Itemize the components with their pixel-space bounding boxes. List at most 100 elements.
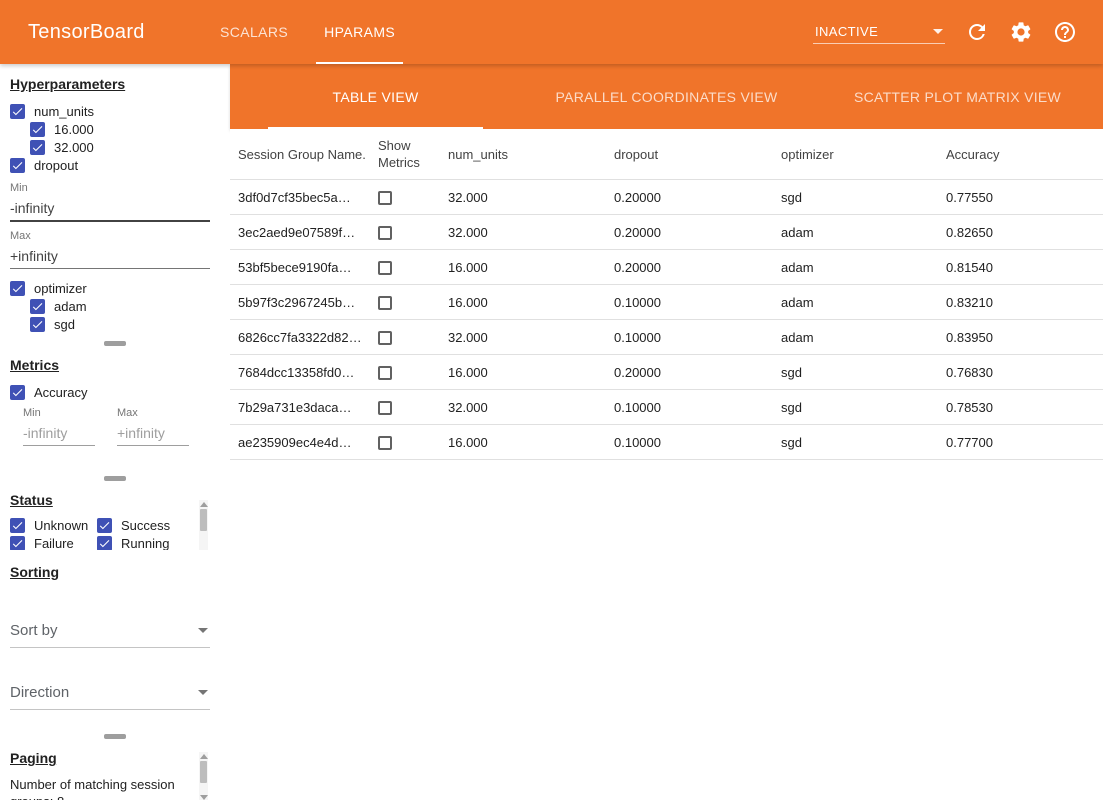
scrollbar-thumb[interactable] [200, 761, 207, 783]
accuracy-cell: 0.83210 [938, 285, 1103, 320]
checkbox-status-unknown[interactable]: Unknown [10, 516, 97, 534]
resize-handle[interactable] [104, 734, 126, 739]
show-metrics-checkbox[interactable] [378, 436, 392, 450]
optimizer-sgd-label: sgd [54, 317, 75, 332]
scroll-up-icon[interactable] [200, 754, 208, 759]
run-status-select[interactable]: INACTIVE [813, 20, 945, 44]
checkbox-num-units-16[interactable]: 16.000 [30, 120, 220, 138]
status-section: Status Unknown Success Failure Running [0, 484, 230, 550]
checked-checkbox-icon[interactable] [10, 385, 25, 400]
dropout-cell: 0.10000 [606, 390, 773, 425]
checkbox-num-units-32[interactable]: 32.000 [30, 138, 220, 156]
status-success-label: Success [121, 518, 170, 533]
checked-checkbox-icon[interactable] [30, 299, 45, 314]
dropout-cell: 0.20000 [606, 180, 773, 215]
accuracy-cell: 0.76830 [938, 355, 1103, 390]
optimizer-cell: sgd [773, 355, 938, 390]
optimizer-cell: adam [773, 285, 938, 320]
col-session-group-name: Session Group Name. [230, 129, 370, 180]
tab-scatter-plot-matrix-view[interactable]: SCATTER PLOT MATRIX VIEW [812, 64, 1103, 129]
paging-scrollbar[interactable] [199, 752, 208, 800]
resize-handle[interactable] [104, 476, 126, 481]
scroll-up-icon[interactable] [200, 502, 208, 507]
table-row: 3ec2aed9e07589f… 32.000 0.20000 adam 0.8… [230, 215, 1103, 250]
metric-min-input[interactable]: -infinity [23, 423, 95, 446]
checkbox-status-failure[interactable]: Failure [10, 534, 97, 550]
tab-scalars[interactable]: SCALARS [202, 0, 306, 64]
metric-max-input[interactable]: +infinity [117, 423, 189, 446]
num-units-cell: 32.000 [440, 180, 606, 215]
checked-checkbox-icon[interactable] [30, 122, 45, 137]
dropout-label: dropout [34, 158, 78, 173]
show-metrics-cell [370, 215, 440, 250]
chevron-down-icon [198, 628, 208, 633]
show-metrics-checkbox[interactable] [378, 366, 392, 380]
num-units-32-label: 32.000 [54, 140, 94, 155]
optimizer-cell: adam [773, 320, 938, 355]
sort-by-select[interactable]: Sort by [10, 616, 210, 648]
num-units-label: num_units [34, 104, 94, 119]
checkbox-accuracy[interactable]: Accuracy [10, 383, 220, 401]
help-icon[interactable] [1053, 20, 1077, 44]
num-units-cell: 16.000 [440, 250, 606, 285]
show-metrics-checkbox[interactable] [378, 296, 392, 310]
checked-checkbox-icon[interactable] [10, 518, 25, 533]
col-dropout: dropout [606, 129, 773, 180]
checkbox-optimizer-sgd[interactable]: sgd [30, 315, 220, 333]
checked-checkbox-icon[interactable] [30, 140, 45, 155]
checkbox-status-success[interactable]: Success [97, 516, 200, 534]
metric-min-field: Min -infinity [23, 407, 95, 446]
show-metrics-cell [370, 425, 440, 460]
optimizer-label: optimizer [34, 281, 87, 296]
checked-checkbox-icon[interactable] [97, 536, 112, 551]
status-running-label: Running [121, 536, 169, 551]
checkbox-optimizer[interactable]: optimizer [10, 279, 220, 297]
table-row: 3df0d7cf35bec5a… 32.000 0.20000 sgd 0.77… [230, 180, 1103, 215]
accuracy-cell: 0.77700 [938, 425, 1103, 460]
col-num-units: num_units [440, 129, 606, 180]
status-scrollbar[interactable] [199, 500, 208, 550]
tab-parallel-coordinates-view[interactable]: PARALLEL COORDINATES VIEW [521, 64, 812, 129]
session-group-name-cell: ae235909ec4e4d… [230, 425, 370, 460]
checked-checkbox-icon[interactable] [10, 104, 25, 119]
hyperparameters-section: Hyperparameters num_units 16.000 32.000 … [0, 68, 230, 337]
checked-checkbox-icon[interactable] [10, 158, 25, 173]
settings-gear-icon[interactable] [1009, 20, 1033, 44]
checked-checkbox-icon[interactable] [97, 518, 112, 533]
checked-checkbox-icon[interactable] [10, 536, 25, 551]
accuracy-label: Accuracy [34, 385, 87, 400]
session-group-name-cell: 3ec2aed9e07589f… [230, 215, 370, 250]
table-row: 5b97f3c2967245b… 16.000 0.10000 adam 0.8… [230, 285, 1103, 320]
dropout-max-field: Max +infinity [10, 230, 220, 269]
accuracy-cell: 0.81540 [938, 250, 1103, 285]
refresh-icon[interactable] [965, 20, 989, 44]
checkbox-num-units[interactable]: num_units [10, 102, 220, 120]
table-row: 7684dcc13358fd0… 16.000 0.20000 sgd 0.76… [230, 355, 1103, 390]
show-metrics-checkbox[interactable] [378, 401, 392, 415]
scroll-down-icon[interactable] [200, 795, 208, 800]
checked-checkbox-icon[interactable] [30, 317, 45, 332]
tab-table-view[interactable]: TABLE VIEW [230, 64, 521, 129]
checkbox-status-running[interactable]: Running [97, 534, 200, 550]
section-divider [0, 472, 230, 484]
show-metrics-checkbox[interactable] [378, 191, 392, 205]
tab-hparams[interactable]: HPARAMS [306, 0, 413, 64]
resize-handle[interactable] [104, 341, 126, 346]
direction-select[interactable]: Direction [10, 678, 210, 710]
show-metrics-checkbox[interactable] [378, 331, 392, 345]
header-actions: INACTIVE [813, 0, 1103, 64]
show-metrics-checkbox[interactable] [378, 226, 392, 240]
checkbox-optimizer-adam[interactable]: adam [30, 297, 220, 315]
dropout-cell: 0.10000 [606, 425, 773, 460]
hyperparameters-heading: Hyperparameters [10, 76, 220, 92]
session-group-name-cell: 53bf5bece9190fa… [230, 250, 370, 285]
show-metrics-checkbox[interactable] [378, 261, 392, 275]
scrollbar-thumb[interactable] [200, 509, 207, 531]
show-metrics-cell [370, 180, 440, 215]
checked-checkbox-icon[interactable] [10, 281, 25, 296]
checkbox-dropout[interactable]: dropout [10, 156, 220, 174]
max-label: Max [117, 407, 189, 419]
sorting-heading: Sorting [10, 564, 220, 580]
dropout-max-input[interactable]: +infinity [10, 246, 210, 269]
dropout-min-input[interactable]: -infinity [10, 198, 210, 222]
